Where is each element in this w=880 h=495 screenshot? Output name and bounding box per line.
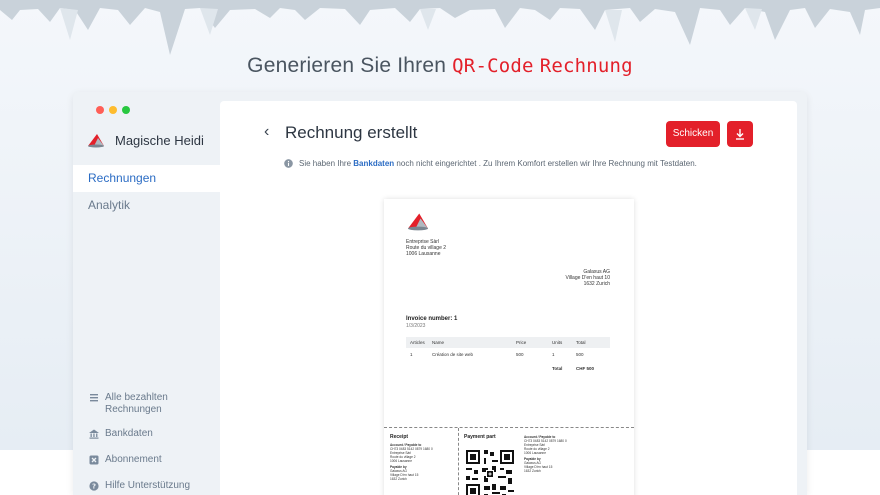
- table-row: 1 Création de site web 500 1 500: [410, 352, 584, 357]
- svg-text:?: ?: [92, 483, 96, 491]
- page-title: Rechnung erstellt: [285, 123, 418, 142]
- headline-accent-invoice: Rechnung: [539, 55, 633, 77]
- sidebar-item-label: Abonnement: [105, 454, 162, 465]
- send-button[interactable]: Schicken: [666, 121, 720, 147]
- sidebar: Magische Heidi Rechnungen Analytik Alle …: [73, 92, 220, 495]
- slip-divider: [458, 428, 459, 495]
- qr-code: [464, 448, 516, 495]
- info-icon: [284, 159, 293, 168]
- brand[interactable]: Magische Heidi: [87, 132, 204, 148]
- sidebar-item-label: Alle bezahlten Rechnungen: [105, 392, 168, 415]
- invoice-number: Invoice number: 1: [406, 316, 458, 322]
- list-icon: [90, 394, 98, 402]
- hat-logo-icon: [408, 213, 428, 231]
- sidebar-item-paid-invoices[interactable]: Alle bezahlten Rechnungen: [89, 392, 199, 416]
- headline-accent-qr: QR-Code: [452, 55, 534, 77]
- sidebar-item-abonnement[interactable]: Abonnement: [89, 454, 162, 466]
- brand-name: Magische Heidi: [115, 132, 204, 148]
- qr-payment-slip: Receipt Account / Payable to CH73 0483 5…: [384, 427, 634, 495]
- download-icon: [736, 129, 744, 140]
- invoice-preview: Entreprise Sàrl Route du village 2 1006 La…: [384, 199, 634, 495]
- download-button[interactable]: [727, 121, 753, 147]
- sidebar-item-label: Bankdaten: [105, 428, 153, 439]
- app-window: Magische Heidi Rechnungen Analytik Alle …: [73, 92, 807, 495]
- page-headline: Generieren Sie Ihren QR-Code Rechnung: [0, 54, 880, 78]
- bank-icon: [89, 429, 99, 439]
- main-panel: ‹ Rechnung erstellt Schicken Sie haben I…: [220, 101, 797, 495]
- bankdaten-link[interactable]: Bankdaten: [353, 159, 394, 168]
- table-total-row: Total CHF 500: [552, 366, 595, 371]
- receipt-title: Receipt: [390, 434, 409, 440]
- invoice-sender: Entreprise Sàrl Route du village 2 1006 La…: [406, 239, 447, 257]
- table-header: Articles Name Price Units Total: [406, 337, 610, 348]
- sidebar-item-rechnungen[interactable]: Rechnungen: [73, 165, 220, 192]
- invoice-table: Articles Name Price Units Total 1 Créati…: [406, 337, 610, 376]
- info-text-after: noch nicht eingerichtet . Zu Ihrem Komfo…: [396, 159, 697, 168]
- info-banner: Sie haben Ihre Bankdaten noch nicht eing…: [284, 159, 697, 168]
- headline-prefix: Generieren Sie Ihren: [247, 54, 447, 77]
- payment-details: Account / Payable to CH73 0483 5142 0879…: [524, 435, 567, 473]
- chevron-left-icon[interactable]: ‹: [264, 123, 269, 141]
- invoice-recipient: Galaxus AG Village D'en haut 10 1632 Zuric…: [565, 269, 610, 287]
- help-icon: ?: [89, 481, 99, 491]
- sidebar-item-analytik[interactable]: Analytik: [73, 192, 220, 219]
- receipt-details: Account / Payable to CH73 0483 5142 0879…: [390, 443, 433, 481]
- info-text-before: Sie haben Ihre: [299, 159, 352, 168]
- invoice-date: 1/3/2023: [406, 323, 426, 329]
- payment-part-title: Payment part: [464, 434, 496, 440]
- sidebar-item-hilfe[interactable]: ? Hilfe Unterstützung: [89, 480, 190, 492]
- subscription-icon: [89, 455, 99, 465]
- hat-logo-icon: [88, 134, 104, 148]
- sidebar-item-label: Hilfe Unterstützung: [105, 480, 191, 491]
- sidebar-item-bankdaten[interactable]: Bankdaten: [89, 428, 153, 440]
